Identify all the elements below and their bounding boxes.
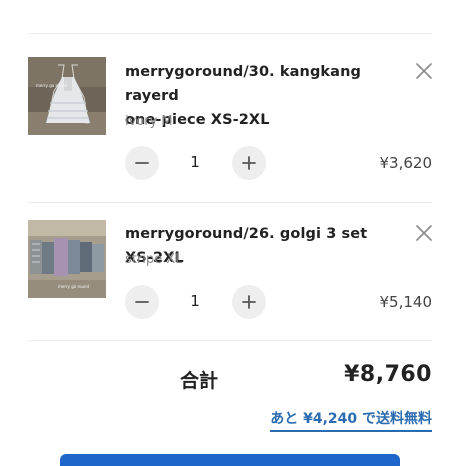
item-price: ¥5,140 (379, 293, 433, 311)
decrease-quantity-button[interactable] (125, 146, 159, 180)
increase-quantity-button[interactable] (232, 285, 266, 319)
quantity-value: 1 (190, 153, 200, 171)
decrease-quantity-button[interactable] (125, 285, 159, 319)
item-price: ¥3,620 (379, 154, 433, 172)
item-divider (28, 202, 432, 203)
free-shipping-link[interactable]: あと ¥4,240 で送料無料 (270, 408, 432, 432)
minus-icon (135, 301, 149, 303)
close-icon (416, 225, 432, 241)
remove-item-button[interactable] (414, 223, 434, 243)
total-value: ¥8,760 (344, 362, 432, 387)
quantity-value: 1 (190, 292, 200, 310)
summary-divider (28, 340, 432, 341)
increase-quantity-button[interactable] (232, 146, 266, 180)
checkout-button[interactable] (60, 454, 400, 466)
plus-icon (242, 156, 256, 170)
minus-icon (135, 162, 149, 164)
total-label: 合計 (180, 370, 219, 392)
plus-icon (242, 295, 256, 309)
product-variant: stripe XL (125, 252, 183, 267)
image-watermark: merry go round (58, 284, 90, 289)
cart-item: merry go round merrygoround/26. golgi 3 … (0, 0, 460, 319)
product-image[interactable]: merry go round (28, 220, 106, 298)
